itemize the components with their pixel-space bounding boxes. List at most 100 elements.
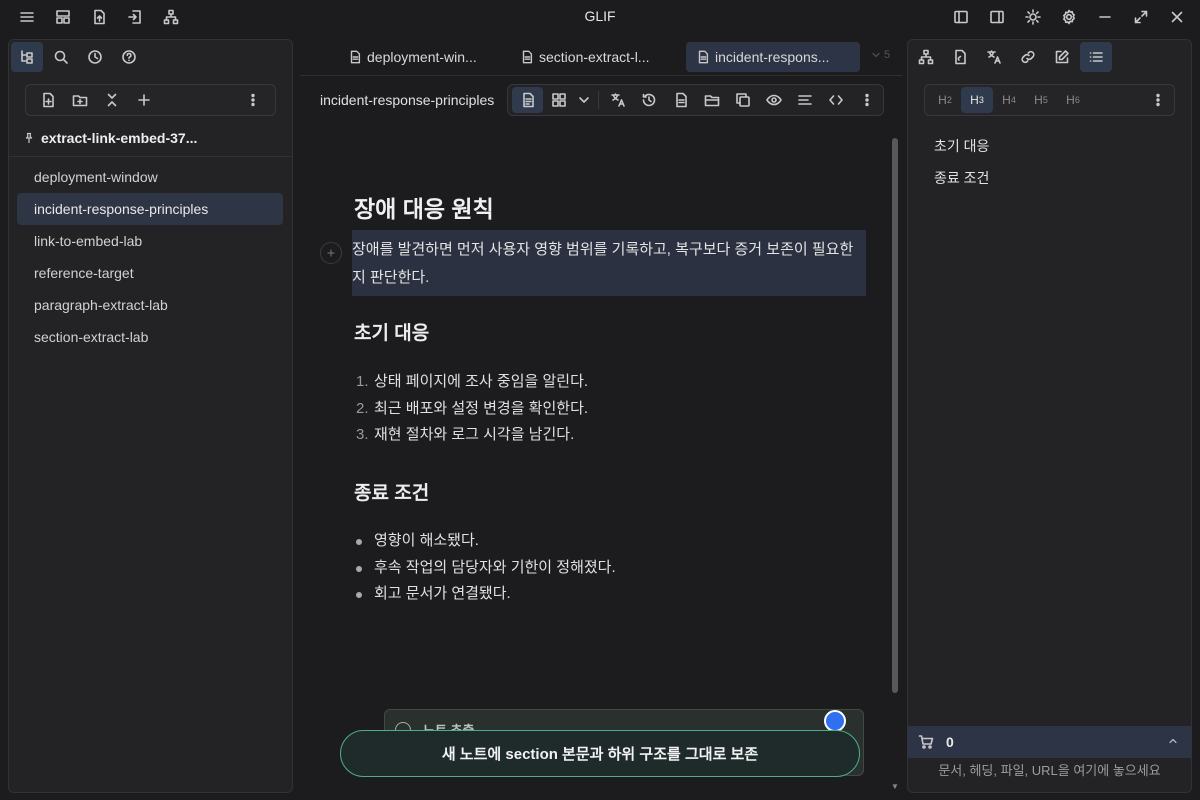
new-file-icon[interactable] [32, 88, 64, 112]
list-item: 3. 재현 절차와 로그 시각을 남긴다. [356, 426, 575, 443]
selected-paragraph[interactable]: 장애를 발견하면 먼저 사용자 영향 범위를 기록하고, 복구보다 증거 보존이… [352, 230, 866, 296]
file-toolbar [25, 84, 276, 116]
scroll-down-arrow-icon[interactable]: ▼ [891, 782, 899, 791]
copy-icon[interactable] [727, 87, 758, 113]
file-text-icon[interactable] [665, 87, 696, 113]
heading-level-toolbar: H2 H3 H4 H5 H6 [924, 84, 1175, 116]
list-item: 2. 최근 배포와 설정 변경을 확인한다. [356, 399, 589, 417]
heading-level-h4[interactable]: H4 [993, 87, 1025, 113]
file-item-link-to-embed-lab[interactable]: link-to-embed-lab [17, 225, 283, 257]
toast-notification: 새 노트에 section 본문과 하위 구조를 그대로 보존 [340, 730, 860, 777]
file-upload-icon[interactable] [82, 6, 116, 28]
outline-item-initial-response[interactable]: 초기 대응 [934, 136, 989, 156]
title-bar: GLIF [0, 0, 1200, 34]
maximize-icon[interactable] [1124, 6, 1158, 28]
close-icon[interactable] [1160, 6, 1194, 28]
file-item-section-extract-lab[interactable]: section-extract-lab [17, 321, 283, 353]
tab-incident-response-principles[interactable]: incident-respons... [686, 42, 860, 72]
menu-icon[interactable] [10, 6, 44, 28]
graph-tab[interactable] [910, 42, 942, 72]
document-icon [522, 50, 533, 64]
minimize-icon[interactable] [1088, 6, 1122, 28]
outline-list-tab[interactable] [1080, 42, 1112, 72]
folder-open-icon[interactable] [696, 87, 727, 113]
editor[interactable]: 장애 대응 원칙 장애를 발견하면 먼저 사용자 영향 범위를 기록하고, 복구… [300, 130, 900, 795]
file-item-incident-response-principles[interactable]: incident-response-principles [17, 193, 283, 225]
ordered-list: 1. 상태 페이지에 조사 중임을 알린다. 2. 최근 배포와 설정 변경을 확인… [356, 369, 588, 449]
history-icon[interactable] [634, 87, 665, 113]
preview-eye-icon[interactable] [758, 87, 789, 113]
heading-level-h3[interactable]: H3 [961, 87, 993, 113]
translate-icon[interactable] [603, 87, 634, 113]
tab-overflow-chevron-icon[interactable] [870, 49, 882, 61]
section-heading-initial-response: 초기 대응 [354, 323, 430, 344]
section-heading-exit-criteria: 종료 조건 [354, 483, 430, 504]
theme-sun-icon[interactable] [1016, 6, 1050, 28]
collapse-all-icon[interactable] [96, 88, 128, 112]
list-item: 1. 상태 페이지에 조사 중임을 알린다. [356, 373, 589, 390]
search-tab[interactable] [45, 42, 77, 72]
more-options-icon[interactable] [852, 87, 883, 113]
list-item: 후속 작업의 담당자와 기한이 정해졌다. [356, 555, 616, 582]
cart-count: 0 [946, 734, 954, 750]
cart-icon [918, 735, 934, 749]
document-heading: 장애 대응 원칙 [354, 196, 494, 222]
document-view-icon[interactable] [512, 87, 544, 113]
layout-icon[interactable] [46, 6, 80, 28]
outline-item-exit-criteria[interactable]: 종료 조건 [934, 168, 989, 188]
heading-level-h2[interactable]: H2 [929, 87, 961, 113]
editor-scrollbar[interactable] [892, 138, 898, 693]
add-block-plus-icon[interactable] [320, 242, 342, 264]
paragraph-line: 장애를 발견하면 먼저 사용자 영향 범위를 기록하고, 복구보다 증거 보존이… [352, 241, 854, 258]
file-tree-tab[interactable] [11, 42, 43, 72]
code-icon[interactable] [821, 87, 852, 113]
help-tab[interactable] [113, 42, 145, 72]
bullet-icon [356, 555, 364, 572]
file-item-reference-target[interactable]: reference-target [17, 257, 283, 289]
document-icon [350, 50, 361, 64]
more-options-icon[interactable] [237, 88, 269, 112]
tab-deployment-window[interactable]: deployment-win... [338, 42, 478, 72]
translate-tab[interactable] [978, 42, 1010, 72]
cursor-indicator [824, 710, 846, 732]
file-list: deployment-window incident-response-prin… [17, 161, 283, 353]
heading-level-h5[interactable]: H5 [1025, 87, 1057, 113]
file-item-paragraph-extract-lab[interactable]: paragraph-extract-lab [17, 289, 283, 321]
add-icon[interactable] [128, 88, 160, 112]
import-icon[interactable] [118, 6, 152, 28]
bullet-icon [356, 581, 364, 598]
linked-file-tab[interactable] [944, 42, 976, 72]
heading-level-h6[interactable]: H6 [1057, 87, 1089, 113]
document-toolbar [507, 84, 884, 116]
tab-overflow-count: 5 [884, 49, 891, 61]
list-item: 회고 문서가 연결됐다. [356, 581, 616, 608]
grid-view-icon[interactable] [543, 87, 574, 113]
paragraph-line: 지 판단한다. [352, 269, 430, 286]
link-tab[interactable] [1012, 42, 1044, 72]
right-sidebar-toggle-icon[interactable] [980, 6, 1014, 28]
document-title: incident-response-principles [320, 92, 495, 108]
edit-tab[interactable] [1046, 42, 1078, 72]
tab-section-extract-lab[interactable]: section-extract-l... [510, 42, 660, 72]
divider [9, 156, 292, 157]
left-sidebar-toggle-icon[interactable] [944, 6, 978, 28]
history-clock-tab[interactable] [79, 42, 111, 72]
divider [300, 75, 902, 76]
new-folder-icon[interactable] [64, 88, 96, 112]
settings-gear-icon[interactable] [1052, 6, 1086, 28]
hierarchy-icon[interactable] [154, 6, 188, 28]
tab-label: section-extract-l... [539, 49, 650, 65]
bullet-list: 영향이 해소됐다. 후속 작업의 담당자와 기한이 정해졌다. 회고 문서가 연… [356, 528, 616, 608]
tab-bar: deployment-win... section-extract-l... i… [300, 40, 900, 74]
chevron-up-icon[interactable] [1167, 735, 1179, 747]
drop-zone-hint: 문서, 헤딩, 파일, URL을 여기에 놓으세요 [938, 763, 1161, 778]
tab-label: incident-respons... [715, 49, 830, 65]
cart-bar[interactable]: 0 [908, 726, 1191, 758]
align-left-icon[interactable] [790, 87, 821, 113]
vault-header[interactable]: extract-link-embed-37... [23, 130, 197, 146]
pin-icon [25, 132, 33, 144]
file-item-deployment-window[interactable]: deployment-window [17, 161, 283, 193]
view-dropdown-chevron-icon[interactable] [574, 87, 593, 113]
toolbar-separator [597, 91, 599, 109]
more-options-icon[interactable] [1142, 87, 1174, 113]
